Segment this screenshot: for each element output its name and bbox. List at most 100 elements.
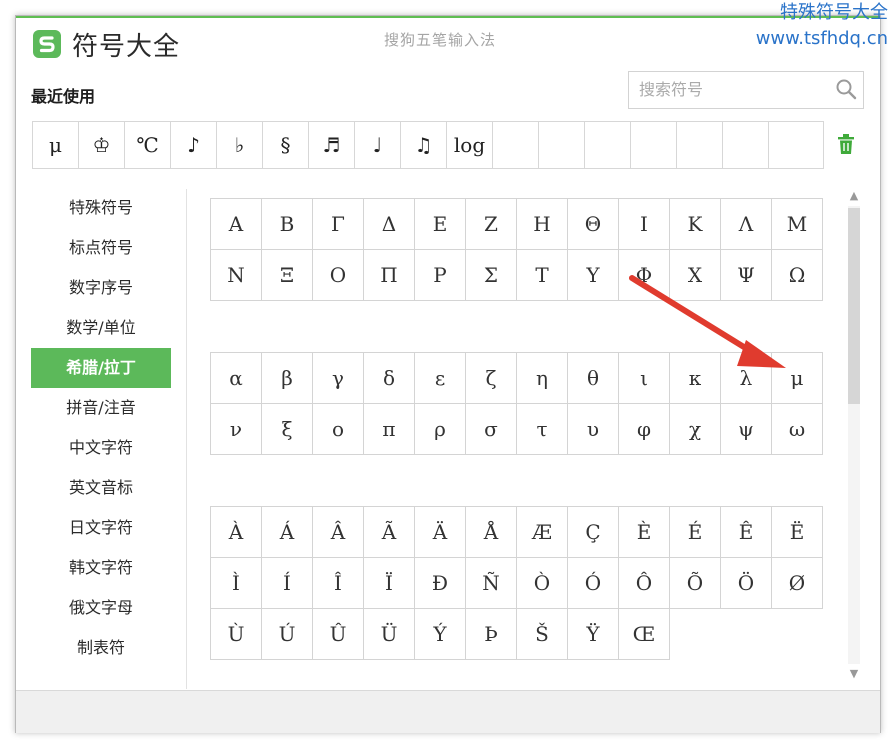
symbol-cell[interactable]: ρ bbox=[415, 404, 466, 455]
symbol-cell[interactable]: ξ bbox=[262, 404, 313, 455]
symbol-cell[interactable]: ω bbox=[772, 404, 823, 455]
symbol-cell[interactable]: Ζ bbox=[466, 199, 517, 250]
symbol-cell[interactable]: Ì bbox=[211, 558, 262, 609]
symbol-cell[interactable]: ε bbox=[415, 353, 466, 404]
symbol-cell[interactable]: Φ bbox=[619, 250, 670, 301]
recent-symbol-cell[interactable] bbox=[769, 122, 815, 168]
symbol-cell[interactable]: É bbox=[670, 507, 721, 558]
symbol-cell[interactable]: β bbox=[262, 353, 313, 404]
symbol-cell[interactable]: Ö bbox=[721, 558, 772, 609]
recent-symbol-cell[interactable]: ♔ bbox=[79, 122, 125, 168]
symbol-cell[interactable]: α bbox=[211, 353, 262, 404]
symbol-cell[interactable]: Β bbox=[262, 199, 313, 250]
sidebar-item[interactable]: 制表符 bbox=[31, 628, 171, 668]
symbol-cell[interactable]: Ò bbox=[517, 558, 568, 609]
symbol-cell[interactable]: Θ bbox=[568, 199, 619, 250]
search-icon[interactable] bbox=[835, 78, 857, 100]
recent-symbol-cell[interactable]: ♩ bbox=[355, 122, 401, 168]
symbol-cell[interactable]: Ã bbox=[364, 507, 415, 558]
symbol-cell[interactable]: Å bbox=[466, 507, 517, 558]
sidebar-item[interactable]: 中文字符 bbox=[31, 428, 171, 468]
symbol-cell[interactable]: Ï bbox=[364, 558, 415, 609]
symbol-cell[interactable]: Ä bbox=[415, 507, 466, 558]
symbol-cell[interactable]: Ý bbox=[415, 609, 466, 660]
symbol-cell[interactable]: Ν bbox=[211, 250, 262, 301]
symbol-cell[interactable]: Ê bbox=[721, 507, 772, 558]
recent-symbol-cell[interactable]: ♭ bbox=[217, 122, 263, 168]
symbol-cell[interactable]: σ bbox=[466, 404, 517, 455]
symbol-cell[interactable]: δ bbox=[364, 353, 415, 404]
symbol-cell[interactable]: μ bbox=[772, 353, 823, 404]
symbol-cell[interactable]: γ bbox=[313, 353, 364, 404]
symbol-cell[interactable]: Γ bbox=[313, 199, 364, 250]
symbol-cell[interactable]: Χ bbox=[670, 250, 721, 301]
symbol-cell[interactable]: τ bbox=[517, 404, 568, 455]
recent-symbol-cell[interactable]: ℃ bbox=[125, 122, 171, 168]
symbol-cell[interactable]: Ú bbox=[262, 609, 313, 660]
symbol-cell[interactable]: Κ bbox=[670, 199, 721, 250]
scroll-down-icon[interactable]: ▼ bbox=[847, 668, 861, 680]
symbol-cell[interactable]: Λ bbox=[721, 199, 772, 250]
recent-symbol-cell[interactable]: ♪ bbox=[171, 122, 217, 168]
search-box[interactable] bbox=[628, 71, 864, 109]
symbol-cell[interactable]: Ρ bbox=[415, 250, 466, 301]
recent-symbol-cell[interactable] bbox=[677, 122, 723, 168]
scroll-up-icon[interactable]: ▲ bbox=[847, 190, 861, 202]
symbol-cell[interactable]: Ο bbox=[313, 250, 364, 301]
recent-symbol-cell[interactable] bbox=[631, 122, 677, 168]
symbol-cell[interactable]: À bbox=[211, 507, 262, 558]
recent-symbol-cell[interactable] bbox=[585, 122, 631, 168]
symbol-cell[interactable]: Τ bbox=[517, 250, 568, 301]
recent-symbol-cell[interactable]: ♬ bbox=[309, 122, 355, 168]
sidebar-item[interactable]: 韩文字符 bbox=[31, 548, 171, 588]
symbol-cell[interactable]: ο bbox=[313, 404, 364, 455]
symbol-cell[interactable]: Ÿ bbox=[568, 609, 619, 660]
symbol-cell[interactable]: Ó bbox=[568, 558, 619, 609]
symbol-cell[interactable]: Í bbox=[262, 558, 313, 609]
symbol-cell[interactable]: Õ bbox=[670, 558, 721, 609]
symbol-cell[interactable]: ψ bbox=[721, 404, 772, 455]
symbol-cell[interactable]: È bbox=[619, 507, 670, 558]
symbol-cell[interactable]: ν bbox=[211, 404, 262, 455]
recent-symbol-cell[interactable] bbox=[723, 122, 769, 168]
symbol-cell[interactable]: Ψ bbox=[721, 250, 772, 301]
symbol-cell[interactable]: Ë bbox=[772, 507, 823, 558]
symbol-cell[interactable]: Œ bbox=[619, 609, 670, 660]
sidebar-item[interactable]: 数字序号 bbox=[31, 268, 171, 308]
symbol-cell[interactable]: θ bbox=[568, 353, 619, 404]
symbol-cell[interactable]: Ε bbox=[415, 199, 466, 250]
symbol-cell[interactable]: π bbox=[364, 404, 415, 455]
symbol-cell[interactable]: ι bbox=[619, 353, 670, 404]
symbol-cell[interactable]: Ι bbox=[619, 199, 670, 250]
symbol-cell[interactable]: Ξ bbox=[262, 250, 313, 301]
symbol-cell[interactable]: Ü bbox=[364, 609, 415, 660]
symbol-cell[interactable]: Þ bbox=[466, 609, 517, 660]
symbol-cell[interactable]: Á bbox=[262, 507, 313, 558]
symbol-cell[interactable]: Μ bbox=[772, 199, 823, 250]
trash-icon[interactable] bbox=[836, 133, 856, 155]
sidebar-item[interactable]: 希腊/拉丁 bbox=[31, 348, 171, 388]
sidebar-item[interactable]: 拼音/注音 bbox=[31, 388, 171, 428]
sidebar-item[interactable]: 英文音标 bbox=[31, 468, 171, 508]
sidebar-item[interactable]: 标点符号 bbox=[31, 228, 171, 268]
symbol-cell[interactable]: Î bbox=[313, 558, 364, 609]
symbol-cell[interactable]: υ bbox=[568, 404, 619, 455]
symbol-cell[interactable]: Δ bbox=[364, 199, 415, 250]
symbol-cell[interactable]: Η bbox=[517, 199, 568, 250]
symbol-cell[interactable]: Û bbox=[313, 609, 364, 660]
symbol-cell[interactable]: Ô bbox=[619, 558, 670, 609]
symbol-cell[interactable]: χ bbox=[670, 404, 721, 455]
symbol-cell[interactable]: η bbox=[517, 353, 568, 404]
symbol-cell[interactable]: Π bbox=[364, 250, 415, 301]
symbol-cell[interactable]: Ð bbox=[415, 558, 466, 609]
symbol-cell[interactable]: Ø bbox=[772, 558, 823, 609]
symbol-cell[interactable]: λ bbox=[721, 353, 772, 404]
symbol-cell[interactable]: Ù bbox=[211, 609, 262, 660]
recent-symbol-cell[interactable]: § bbox=[263, 122, 309, 168]
recent-symbol-cell[interactable] bbox=[539, 122, 585, 168]
symbol-cell[interactable]: Ω bbox=[772, 250, 823, 301]
recent-symbol-cell[interactable]: μ bbox=[33, 122, 79, 168]
sidebar-item[interactable]: 日文字符 bbox=[31, 508, 171, 548]
symbol-cell[interactable]: Σ bbox=[466, 250, 517, 301]
symbol-cell[interactable]: Ç bbox=[568, 507, 619, 558]
